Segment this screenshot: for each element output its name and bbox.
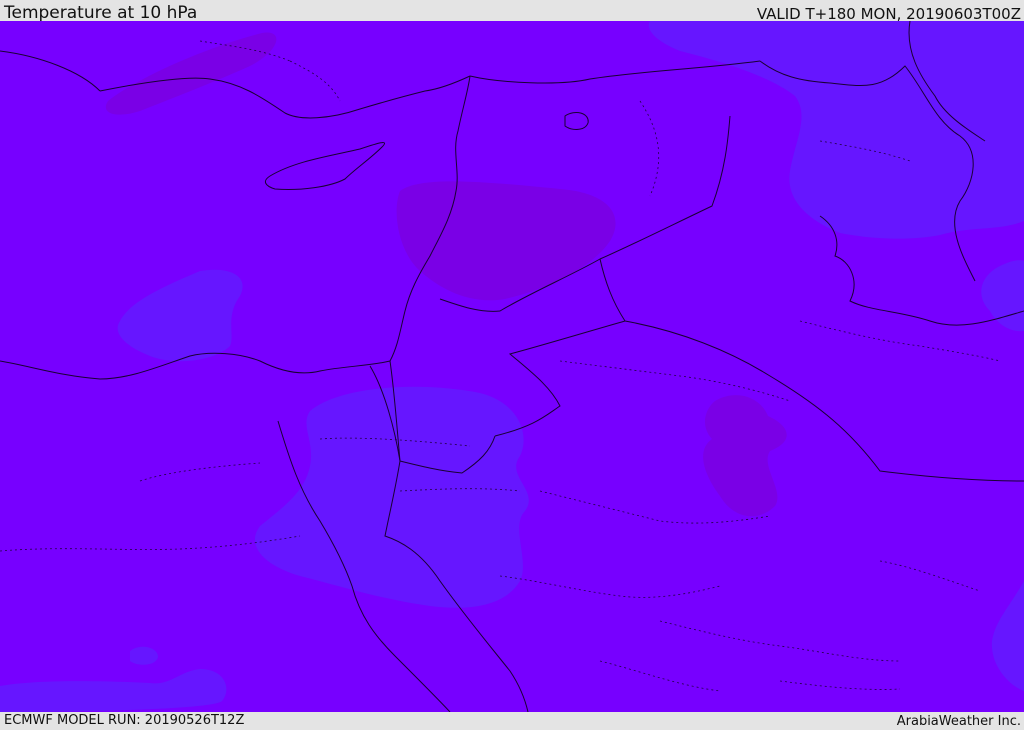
footer-bar: ECMWF MODEL RUN: 20190526T12Z ArabiaWeat…	[0, 712, 1024, 729]
map-title: Temperature at 10 hPa	[4, 3, 198, 23]
map-panel[interactable]	[0, 21, 1024, 712]
model-run: ECMWF MODEL RUN: 20190526T12Z	[4, 713, 245, 728]
header-bar: Temperature at 10 hPa VALID T+180 MON, 2…	[0, 0, 1024, 23]
temperature-map	[0, 21, 1024, 712]
brand-credit: ArabiaWeather Inc.	[896, 714, 1021, 729]
